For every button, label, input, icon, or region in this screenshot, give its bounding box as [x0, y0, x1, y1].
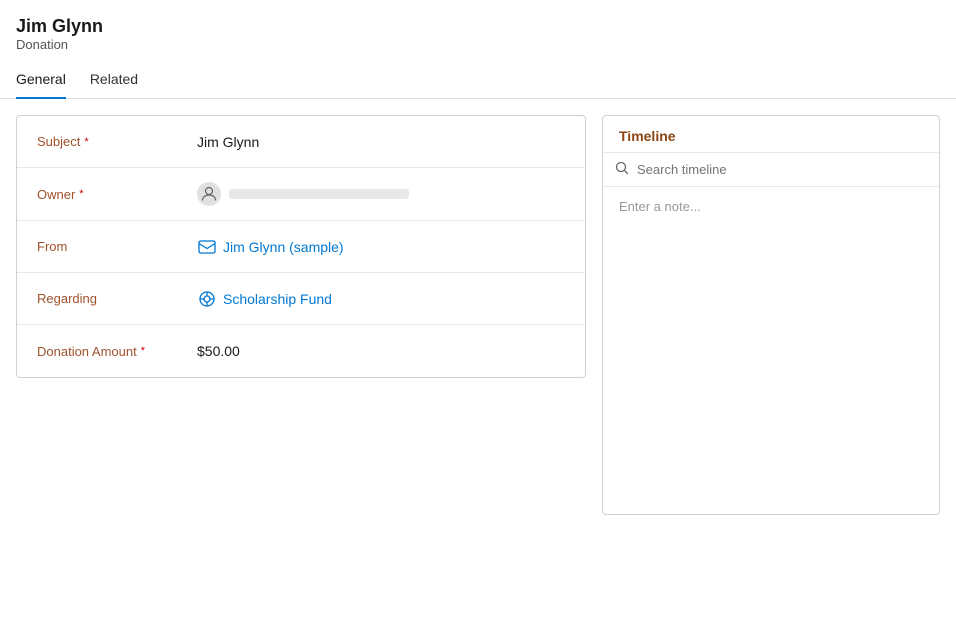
- from-label: From: [37, 239, 197, 254]
- search-timeline-input[interactable]: [637, 162, 927, 177]
- subject-value[interactable]: Jim Glynn: [197, 134, 565, 150]
- main-content: Subject * Jim Glynn Owner *: [0, 99, 956, 531]
- timeline-section: Timeline Enter a note...: [602, 115, 940, 515]
- page-header: Jim Glynn Donation: [0, 0, 956, 56]
- required-mark-donation: *: [141, 345, 145, 357]
- timeline-search-bar[interactable]: [603, 153, 939, 187]
- field-subject: Subject * Jim Glynn: [17, 116, 585, 168]
- field-owner: Owner *: [17, 168, 585, 221]
- regarding-value[interactable]: Scholarship Fund: [197, 289, 565, 309]
- field-from: From Jim Glynn (sample): [17, 221, 585, 273]
- donation-amount-label: Donation Amount *: [37, 344, 197, 359]
- owner-avatar-icon: [197, 182, 221, 206]
- owner-value[interactable]: [197, 182, 565, 206]
- form-section: Subject * Jim Glynn Owner *: [16, 115, 586, 378]
- owner-bar: [229, 189, 409, 199]
- regarding-icon: [197, 289, 217, 309]
- from-value[interactable]: Jim Glynn (sample): [197, 237, 565, 257]
- search-icon: [615, 161, 629, 178]
- timeline-title: Timeline: [603, 116, 939, 153]
- tab-general[interactable]: General: [16, 65, 66, 99]
- owner-label: Owner *: [37, 187, 197, 202]
- tab-related[interactable]: Related: [90, 65, 138, 99]
- required-mark: *: [84, 136, 88, 148]
- donation-amount-value[interactable]: $50.00: [197, 343, 565, 359]
- tab-bar: General Related: [0, 56, 956, 99]
- from-icon: [197, 237, 217, 257]
- timeline-note-placeholder[interactable]: Enter a note...: [603, 187, 939, 226]
- page-title: Jim Glynn: [16, 16, 940, 37]
- subject-label: Subject *: [37, 134, 197, 149]
- regarding-label: Regarding: [37, 291, 197, 306]
- field-donation-amount: Donation Amount * $50.00: [17, 325, 585, 377]
- field-regarding: Regarding Scholarship Fund: [17, 273, 585, 325]
- page-subtitle: Donation: [16, 37, 940, 52]
- required-mark-owner: *: [79, 188, 83, 200]
